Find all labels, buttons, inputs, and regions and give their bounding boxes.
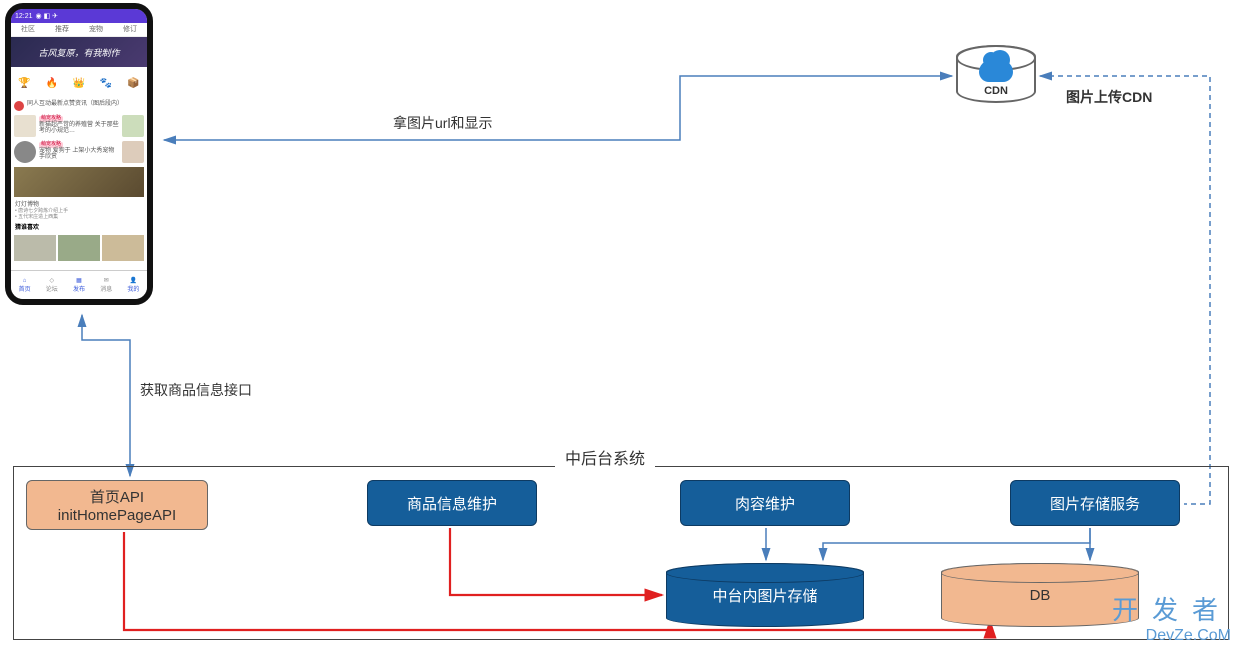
phone-status-icons: ◉ ◧ ✈ — [36, 12, 58, 20]
thumb-icon — [102, 235, 144, 261]
phone-img-row — [11, 233, 147, 263]
phone-bottom-nav: ⌂首页 ◇论坛 ▦发布 ✉消息 👤我的 — [11, 270, 147, 299]
product-label: 商品信息维护 — [407, 493, 497, 514]
mid-storage-label: 中台内图片存储 — [712, 585, 817, 606]
phone-bullets: • 唐诗七夕跨炼介绍上手 • 五代宋庄造上西集 — [11, 208, 147, 220]
phone-feed-item: 萌宠攻略 宠物 爱狗于 上架小大秀宠物手欣赏 — [11, 139, 147, 165]
cdn-node: CDN — [956, 45, 1036, 103]
api-line2: initHomePageAPI — [58, 507, 176, 524]
content-label: 肉容维护 — [735, 493, 795, 514]
phone-tab: 宠物 — [79, 23, 113, 37]
cdn-label: CDN — [984, 85, 1008, 97]
image-label: 图片存储服务 — [1050, 493, 1140, 514]
thumb-icon — [122, 141, 144, 163]
backend-system-title: 中后台系统 — [555, 445, 655, 469]
watermark-url: DevZe.CoM — [1146, 627, 1231, 645]
phone-statusbar: 12:21 ◉ ◧ ✈ — [11, 9, 147, 23]
api-line1: 首页API — [90, 486, 144, 507]
nav-home: ⌂首页 — [11, 271, 38, 299]
feed-text: 萌宠攻略 宠物 爱狗于 上架小大秀宠物手欣赏 — [39, 141, 119, 161]
mid-storage-cylinder: 中台内图片存储 — [666, 563, 864, 627]
feed-text: 萌宠攻略 新猫超严苛的养殖营 关于那些考的小规范… — [39, 115, 119, 135]
image-storage-service-box: 图片存储服务 — [1010, 480, 1180, 526]
phone-feed-header: 同人互动最新点赞资讯（图后段内） — [11, 99, 147, 113]
label-upload-cdn: 图片上传CDN — [1066, 87, 1152, 107]
feed-title: 同人互动最新点赞资讯（图后段内） — [27, 101, 144, 108]
thumb-icon — [14, 115, 36, 137]
avatar — [14, 141, 36, 163]
nav-message: ✉消息 — [93, 271, 120, 299]
arrow-phone-api — [82, 315, 130, 476]
product-info-box: 商品信息维护 — [367, 480, 537, 526]
chat-icon: ◇ — [49, 277, 54, 284]
fire-icon: 🔥 — [45, 76, 59, 90]
trophy-icon: 🏆 — [18, 76, 32, 90]
phone-tab: 修订 — [113, 23, 147, 37]
label-fetch-image: 拿图片url和显示 — [393, 113, 493, 133]
phone-tab: 推荐 — [45, 23, 79, 37]
arrow-phone-cdn — [164, 76, 952, 140]
thumb-icon — [58, 235, 100, 261]
cloud-icon — [979, 60, 1013, 82]
api-box: 首页API initHomePageAPI — [26, 480, 208, 530]
phone-feed-item: 萌宠攻略 新猫超严苛的养殖营 关于那些考的小规范… — [11, 113, 147, 139]
phone-banner-secondary — [14, 167, 144, 197]
db-label: DB — [1030, 587, 1051, 604]
crown-icon: 👑 — [72, 76, 86, 90]
watermark-chinese: 开发者 — [1112, 590, 1232, 627]
user-icon: 👤 — [130, 277, 137, 284]
arrow-cdn-upload — [1040, 76, 1210, 504]
phone-tabs: 社区 推荐 宠物 修订 — [11, 23, 147, 37]
bell-icon: ✉ — [104, 277, 109, 284]
label-fetch-product: 获取商品信息接口 — [140, 380, 252, 400]
thumb-icon — [122, 115, 144, 137]
phone-section-label: 猜谁喜欢 — [11, 220, 147, 233]
phone-tab: 社区 — [11, 23, 45, 37]
phone-hero-banner: 古风复原，有我制作 — [11, 37, 147, 67]
db-cylinder: DB — [941, 563, 1139, 627]
nav-mine: 👤我的 — [120, 271, 147, 299]
content-maintain-box: 肉容维护 — [680, 480, 850, 526]
paw-icon: 🐾 — [99, 76, 113, 90]
phone-hero-text: 古风复原，有我制作 — [38, 46, 119, 59]
nav-publish: ▦发布 — [65, 271, 92, 299]
nav-forum: ◇论坛 — [38, 271, 65, 299]
phone-time: 12:21 — [15, 13, 33, 20]
avatar — [14, 101, 24, 111]
grid-icon: ▦ — [76, 277, 82, 284]
phone-mockup: 12:21 ◉ ◧ ✈ 社区 推荐 宠物 修订 古风复原，有我制作 🏆 🔥 👑 … — [5, 3, 153, 305]
box-icon: 📦 — [126, 76, 140, 90]
thumb-icon — [14, 235, 56, 261]
phone-banner-title: 灯灯博物 — [11, 199, 147, 208]
phone-icon-row: 🏆 🔥 👑 🐾 📦 — [11, 67, 147, 99]
